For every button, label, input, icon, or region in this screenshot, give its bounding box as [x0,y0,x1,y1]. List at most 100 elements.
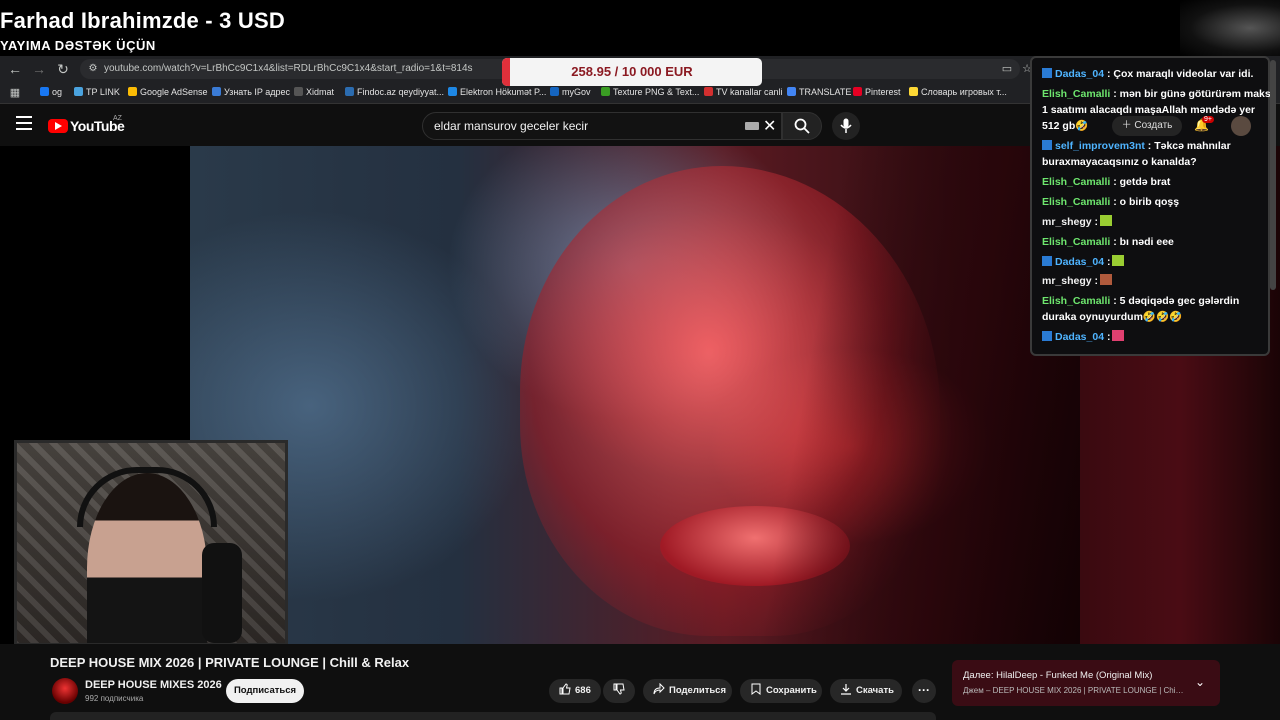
bookmark-label: Google AdSense [140,87,208,97]
chat-username[interactable]: Elish_Camalli [1042,176,1110,188]
chat-text: : 5 dəqiqədə gec gələrdin [1110,295,1240,307]
back-icon[interactable]: ← [6,60,24,78]
account-avatar[interactable] [1231,116,1251,136]
bookmark-item[interactable]: TRANSLATE [787,87,851,97]
chat-message: Dadas_04 : Çox maraqlı videolar var idi. [1042,66,1253,82]
more-actions-button[interactable]: ··· [912,679,936,703]
description-box[interactable] [50,712,936,720]
chat-scrollbar[interactable] [1270,60,1276,290]
bookmark-label: Elektron Hökumət P... [460,87,547,97]
emote-icon [1112,255,1125,266]
chat-text: duraka oynuyurdum🤣🤣🤣 [1042,311,1183,323]
moderator-badge-icon [1042,256,1052,266]
channel-subscribers: 992 подписчика [85,694,144,703]
chat-username[interactable]: Elish_Camalli [1042,88,1110,100]
bookmark-item[interactable]: Texture PNG & Text... [601,87,699,97]
thumbs-down-icon [613,683,625,695]
bookmark-label: TRANSLATE [799,87,852,97]
like-count: 686 [575,685,591,696]
chat-text: 1 saatımı alacaqdı maşaAllah məndədə yer [1042,104,1256,116]
keyboard-icon[interactable] [745,122,759,130]
chevron-down-icon[interactable]: ⌄ [1195,675,1205,689]
bookmark-favicon-icon [853,87,862,96]
bookmark-favicon-icon [550,87,559,96]
up-next-card[interactable] [952,660,1220,706]
video-frame[interactable] [190,146,1080,644]
bookmark-label: myGov [562,87,591,97]
download-button[interactable]: Скачать [830,679,902,703]
streamer-webcam [14,440,288,646]
bookmark-label: Texture PNG & Text... [613,87,700,97]
chat-username[interactable]: Dadas_04 [1055,68,1104,80]
bookmark-favicon-icon [128,87,137,96]
download-icon [841,684,851,695]
install-icon[interactable]: ▭ [998,60,1016,78]
chat-text: : Çox maraqlı videolar var idi. [1104,68,1254,80]
thumbs-up-icon [559,683,571,695]
donation-subtitle: YAYIMA DƏSTƏK ÜÇÜN [0,38,156,53]
chat-message: self_improvem3nt : Təkcə mahnılar [1042,138,1231,154]
search-icon [794,118,810,134]
forward-icon[interactable]: → [30,60,48,78]
bookmark-item[interactable]: TP LINK [74,87,120,97]
chat-username[interactable]: mr_shegy [1042,216,1092,228]
chat-username[interactable]: Elish_Camalli [1042,236,1110,248]
menu-icon[interactable] [16,116,32,130]
bookmark-label: Узнать IP адрес [224,87,291,97]
chat-message: Dadas_04 : [1042,329,1125,345]
search-input-value[interactable]: eldar mansurov geceler kecir [434,119,588,133]
bookmark-label: Findoc.az qeydiyyat... [357,87,445,97]
bookmark-item[interactable]: Google AdSense [128,87,208,97]
subscribe-button[interactable]: Подписаться [226,679,304,703]
share-button[interactable]: Поделиться [643,679,732,703]
up-next-subtitle: Джем – DEEP HOUSE MIX 2026 | PRIVATE LOU… [963,686,1185,695]
up-next-title[interactable]: Далее: HilalDeep - Funked Me (Original M… [963,670,1152,681]
chat-text: buraxmayacaqsınız o kanalda? [1042,156,1197,168]
dislike-button[interactable] [603,679,635,703]
chat-username[interactable]: Dadas_04 [1055,256,1104,268]
chat-message: Elish_Camalli : 5 dəqiqədə gec gələrdin [1042,293,1239,309]
bookmark-favicon-icon [345,87,354,96]
chat-username[interactable]: Elish_Camalli [1042,295,1110,307]
channel-avatar[interactable] [52,678,78,704]
chat-username[interactable]: mr_shegy [1042,275,1092,287]
bookmark-item[interactable]: Словарь игровых т... [909,87,1007,97]
chat-message: Elish_Camalli : bı nədi eee [1042,234,1174,250]
bookmark-favicon-icon [74,87,83,96]
save-button[interactable]: Сохранить [740,679,822,703]
chat-text: : getdə brat [1110,176,1171,188]
clear-search-icon[interactable]: ✕ [763,116,776,136]
bookmark-label: og [52,87,63,97]
search-button[interactable] [782,112,822,140]
bookmark-item[interactable]: Pinterest [853,87,901,97]
bookmark-item[interactable]: Xidmat [294,87,334,97]
chat-message: 1 saatımı alacaqdı maşaAllah məndədə yer [1042,102,1255,118]
bookmark-favicon-icon [909,87,918,96]
chat-message: Elish_Camalli : o birib qoşş [1042,194,1179,210]
bookmark-item[interactable]: og [40,87,62,97]
bookmark-item[interactable]: Elektron Hökumət P... [448,87,546,97]
chat-username[interactable]: self_improvem3nt [1055,140,1145,152]
like-button[interactable]: 686 [549,679,601,703]
voice-search-button[interactable] [832,112,860,140]
apps-grid-icon[interactable]: ▦ [6,84,24,102]
emote-icon [1100,215,1113,226]
chat-username[interactable]: Elish_Camalli [1042,196,1110,208]
bookmark-item[interactable]: TV kanallar canli [704,87,783,97]
chat-text: : Təkcə mahnılar [1144,140,1231,152]
site-info-icon[interactable]: ⚙ [84,60,102,78]
bookmark-item[interactable]: Узнать IP адрес [212,87,290,97]
channel-name[interactable]: DEEP HOUSE MIXES 2026 [85,679,222,691]
chat-text: : [1104,331,1111,343]
bookmark-item[interactable]: Findoc.az qeydiyyat... [345,87,444,97]
bookmark-favicon-icon [212,87,221,96]
bookmark-item[interactable]: myGov [550,87,591,97]
play-icon [55,122,62,130]
video-title: DEEP HOUSE MIX 2026 | PRIVATE LOUNGE | C… [50,655,410,670]
chat-username[interactable]: Dadas_04 [1055,331,1104,343]
microphone-icon [840,118,852,133]
video-hair-shadow [710,146,1080,644]
chat-message: mr_shegy : [1042,273,1113,289]
create-button[interactable]: ＋ Создать [1112,116,1182,136]
reload-icon[interactable]: ↻ [54,60,72,78]
